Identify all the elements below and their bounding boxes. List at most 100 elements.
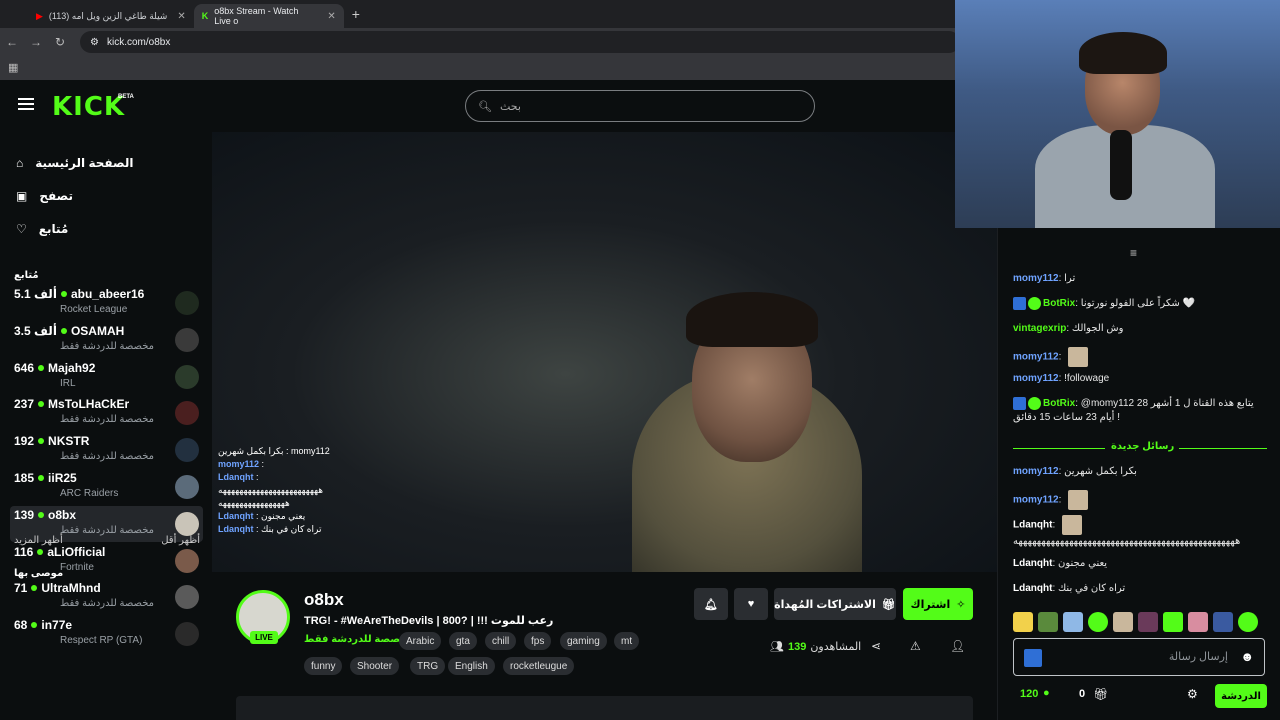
stream-category[interactable]: مخصصة للدردشة فقط: [304, 634, 414, 645]
chat-username[interactable]: Ldanqht: [1013, 520, 1052, 531]
chat-send-button[interactable]: الدردشة: [1215, 684, 1267, 708]
sidebar-channel-nkstr[interactable]: 192 NKSTR مخصصة للدردشة فقط: [10, 432, 203, 468]
sidebar-item-home[interactable]: ⌂ الصفحة الرئيسية: [16, 146, 196, 179]
tag[interactable]: chill: [485, 632, 517, 650]
kick-badge-icon: [1024, 649, 1042, 667]
sidebar-channel-majah92[interactable]: 646 Majah92 IRL: [10, 359, 203, 395]
show-less-button[interactable]: أظهر أقل: [161, 535, 200, 546]
tag[interactable]: Arabic: [399, 632, 442, 650]
emote[interactable]: [1113, 612, 1133, 632]
channel-viewers: 116: [14, 544, 34, 559]
chat-input[interactable]: إرسال رسالة ☻: [1013, 638, 1265, 676]
tag[interactable]: rocketleugue: [503, 657, 575, 675]
subscribe-button[interactable]: اشتراك ✧: [903, 588, 973, 620]
video-chat-line: ههههههههههههههههههههههههه: [218, 484, 368, 497]
video-chat-user: Ldanqht: [218, 511, 254, 521]
chat-username[interactable]: momy112: [1013, 466, 1059, 477]
settings-icon[interactable]: ⚙: [1187, 687, 1198, 701]
channel-avatar: [175, 438, 199, 463]
emote[interactable]: [1213, 612, 1233, 632]
reload-icon[interactable]: ↻: [48, 35, 72, 49]
heart-icon: ♡: [16, 221, 27, 236]
chat-username[interactable]: vintagexrip: [1013, 323, 1066, 334]
live-dot-icon: [31, 622, 38, 629]
chat-username[interactable]: Ldanqht: [1013, 583, 1052, 594]
chat-username[interactable]: momy112: [1013, 273, 1059, 284]
channel-viewers: 68: [14, 618, 28, 633]
browser-tab-kick[interactable]: K o8bx Stream - Watch Live o ✕: [193, 4, 344, 28]
tag[interactable]: fps: [524, 632, 552, 650]
chat-username[interactable]: momy112: [1013, 352, 1059, 363]
channel-viewers: 646: [14, 360, 35, 375]
chat-text: يعني مجنون: [1058, 558, 1108, 569]
emote[interactable]: [1163, 612, 1183, 632]
emote[interactable]: [1238, 612, 1258, 632]
emote[interactable]: [1063, 612, 1083, 632]
report-icon[interactable]: ⚠: [910, 639, 921, 653]
browser-tab-youtube[interactable]: ▶ (113) شيلة طاغي الزين ويل امه ✕: [28, 4, 194, 28]
chat-username[interactable]: momy112: [1013, 495, 1059, 506]
tag[interactable]: English: [448, 657, 495, 675]
channel-avatar: [175, 511, 199, 536]
chat-username[interactable]: BotRix: [1043, 298, 1075, 309]
notification-bell-button[interactable]: 🔔︎: [694, 588, 728, 620]
sidebar-channel-mstolhacker[interactable]: 237 MsToLHaCkEr مخصصة للدردشة فقط: [10, 395, 203, 431]
subscribe-label: اشتراك: [910, 598, 951, 611]
home-icon: ⌂: [16, 155, 24, 170]
tag[interactable]: mt: [614, 632, 640, 650]
tag[interactable]: gaming: [560, 632, 607, 650]
gift-subs-button[interactable]: الاشتراكات المُهداة 🎁︎: [774, 588, 896, 620]
apps-icon[interactable]: ▦: [8, 61, 18, 74]
sidebar-channel-ultramhnd[interactable]: 71 UltraMhnd مخصصة للدردشة فقط: [10, 579, 203, 615]
add-friend-icon[interactable]: 👤︎: [950, 639, 965, 653]
gift-icon[interactable]: 🎁︎: [1093, 687, 1108, 701]
close-tab-icon[interactable]: ✕: [327, 11, 335, 22]
chat-username[interactable]: Ldanqht: [1013, 558, 1052, 569]
video-chat-user: Ldanqht: [218, 524, 254, 534]
close-tab-icon[interactable]: ✕: [177, 11, 185, 22]
sidebar-channel-osamah[interactable]: 3.5 ألف OSAMAH مخصصة للدردشة فقط: [10, 322, 203, 358]
live-dot-icon: [37, 548, 44, 555]
emote[interactable]: [1138, 612, 1158, 632]
tag[interactable]: TRG: [410, 657, 446, 675]
site-info-icon[interactable]: ⚙: [90, 37, 99, 48]
tag[interactable]: gta: [449, 632, 477, 650]
new-tab-button[interactable]: +: [352, 6, 360, 22]
sidebar-item-browse[interactable]: ▣ تصفح: [16, 179, 196, 212]
follow-button[interactable]: ♥: [734, 588, 768, 620]
channel-name: UltraMhnd: [41, 581, 101, 596]
emote[interactable]: [1088, 612, 1108, 632]
sidebar-channel-iir25[interactable]: 185 iiR25 ARC Raiders: [10, 469, 203, 505]
sidebar-item-following[interactable]: ♡ مُتابع: [16, 212, 196, 245]
emote[interactable]: [1038, 612, 1058, 632]
chat-username[interactable]: BotRix: [1043, 398, 1075, 409]
tag[interactable]: funny: [304, 657, 343, 675]
menu-icon[interactable]: [18, 98, 34, 112]
chat-text: وش الجوالك: [1071, 323, 1124, 334]
new-messages-divider[interactable]: رسائل جديدة: [1013, 440, 1267, 454]
sidebar-channel-in77e[interactable]: 68 in77e Respect RP (GTA): [10, 616, 203, 652]
channel-row: 646 Majah92: [14, 361, 95, 375]
forward-icon[interactable]: →: [24, 35, 48, 49]
share-icon[interactable]: ⋖: [871, 639, 881, 653]
live-badge: LIVE: [250, 631, 278, 644]
sidebar-channel-abu_abeer16[interactable]: 5.1 ألف abu_abeer16 Rocket League: [10, 285, 203, 321]
chat-filter-icon[interactable]: ≡: [1130, 246, 1137, 260]
chat-username[interactable]: momy112: [1013, 373, 1059, 384]
url-field[interactable]: ⚙ kick.com/o8bx: [80, 31, 960, 53]
video-chat-text: :: [256, 472, 259, 482]
emote[interactable]: [1188, 612, 1208, 632]
back-icon[interactable]: ←: [0, 35, 24, 49]
kick-logo[interactable]: KICK: [52, 92, 125, 122]
search-input[interactable]: 🔍︎ بحث: [465, 90, 815, 122]
emote[interactable]: [1013, 612, 1033, 632]
channel-name[interactable]: o8bx: [304, 590, 344, 610]
live-dot-icon: [38, 511, 45, 518]
chat-message: momy112: بكرا بكمل شهرين: [1013, 466, 1137, 477]
video-chat-text: :: [261, 459, 265, 469]
tag[interactable]: Shooter: [350, 657, 400, 675]
points-icon[interactable]: ●: [1043, 687, 1050, 699]
show-more-button[interactable]: أظهر المزيد: [14, 535, 63, 546]
emoji-icon[interactable]: ☻: [1240, 649, 1254, 664]
chat-message: momy112: !followage: [1013, 373, 1110, 384]
